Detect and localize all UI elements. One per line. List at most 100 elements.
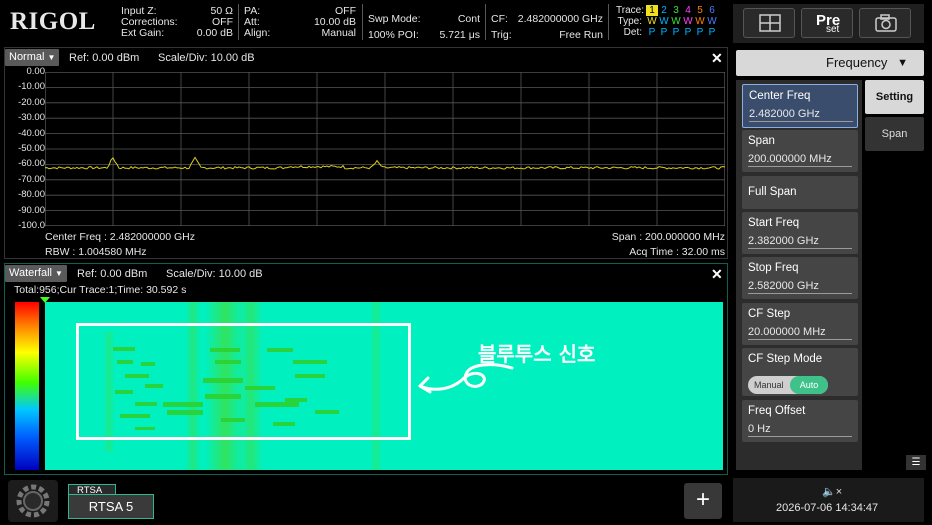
status-group-input: Input Z: 50 Ω Corrections: OFF Ext Gain: 0.… <box>121 6 233 39</box>
cf-value: 2.482000000 GHz <box>517 13 603 25</box>
spectrum-mode-dropdown[interactable]: Normal ▼ <box>5 49 60 66</box>
param-label: Freq Offset <box>748 405 806 417</box>
trace-4-number[interactable]: 4 <box>682 5 694 16</box>
y-tick-label: -10.00 <box>18 81 45 93</box>
trace-3-det: P <box>672 27 680 38</box>
gear-icon <box>16 484 50 518</box>
y-tick-label: -70.00 <box>18 173 45 185</box>
param-value[interactable]: 20.000000 MHz <box>748 326 852 340</box>
window-layout-icon <box>759 14 781 32</box>
spectrum-ref: Ref: 0.00 dBm <box>69 52 140 64</box>
param-span[interactable]: Span 200.000000 MHz <box>742 130 858 172</box>
status-group-att: PA: OFF Att: 10.00 dB Align: Manual <box>244 6 356 39</box>
spectrum-scale: Scale/Div: 10.00 dB <box>158 52 255 64</box>
rbw-readout: RBW : 1.004580 MHz <box>45 246 147 258</box>
param-label: CF Step <box>748 308 791 320</box>
preset-bottom-label: set <box>826 24 840 35</box>
rigol-logo: RIGOL <box>10 8 96 35</box>
toggle-manual-label[interactable]: Manual <box>754 380 784 390</box>
divider <box>485 4 486 40</box>
spectrum-plot[interactable] <box>45 72 725 226</box>
trace-6-det: P <box>708 27 716 38</box>
y-tick-label: -100.0 <box>18 220 45 231</box>
divider <box>238 4 239 40</box>
status-bar: RIGOL Input Z: 50 Ω Corrections: OFF Ext G… <box>0 0 728 44</box>
menu-title-label: Frequency <box>826 55 888 70</box>
param-center-freq[interactable]: Center Freq 2.482000 GHz <box>742 84 858 128</box>
trace-5-number[interactable]: 5 <box>694 5 706 16</box>
trace-1-det: P <box>648 27 656 38</box>
param-freq-offset[interactable]: Freq Offset 0 Hz <box>742 400 858 442</box>
align-label: Align: <box>244 27 271 39</box>
tab-span[interactable]: Span <box>865 117 924 151</box>
trace-4-type: W <box>683 16 693 27</box>
trace-2-det: P <box>660 27 668 38</box>
menu-title-dropdown[interactable]: Frequency ▼ <box>736 50 924 76</box>
span-readout: Span : 200.000000 MHz <box>611 231 725 243</box>
status-group-sweep: Swp Mode: Cont 100% POI: 5.721 μs <box>368 11 480 43</box>
type-label: Type: <box>617 16 642 27</box>
waterfall-colorbar <box>15 302 39 470</box>
param-stop-freq[interactable]: Stop Freq 2.582000 GHz <box>742 257 858 299</box>
y-tick-label: 0.00 <box>26 66 46 77</box>
window-layout-button[interactable] <box>743 8 795 38</box>
swp-mode-value: Cont <box>457 13 480 25</box>
spectrum-panel[interactable]: Normal ▼ Ref: 0.00 dBm Scale/Div: 10.00 d… <box>4 47 728 259</box>
trace-5-type: W <box>695 16 705 27</box>
param-value[interactable]: 2.482000 GHz <box>749 108 853 122</box>
annotation-highlight-box <box>76 323 411 440</box>
trace-6-number[interactable]: 6 <box>706 5 718 16</box>
waterfall-scale: Scale/Div: 10.00 dB <box>166 268 263 280</box>
toggle-auto-label[interactable]: Auto <box>790 376 828 394</box>
y-tick-label: -20.00 <box>18 96 45 108</box>
acq-time-readout: Acq Time : 32.00 ms <box>629 246 725 258</box>
tab-setting[interactable]: Setting <box>865 80 924 114</box>
center-freq-readout: Center Freq : 2.482000000 GHz <box>45 231 196 243</box>
param-value[interactable]: 2.382000 GHz <box>748 235 852 249</box>
trig-value: Free Run <box>559 29 603 41</box>
cf-step-mode-toggle[interactable]: Manual Auto <box>748 376 828 394</box>
menu-list-icon[interactable]: ☰ <box>906 455 926 470</box>
param-value[interactable]: 0 Hz <box>748 423 852 437</box>
status-group-cf: CF: 2.482000000 GHz Trig: Free Run <box>491 11 603 43</box>
waterfall-mode-dropdown[interactable]: Waterfall ▼ <box>5 265 67 282</box>
camera-icon <box>875 14 897 32</box>
screenshot-button[interactable] <box>859 8 911 38</box>
param-value[interactable]: 200.000000 MHz <box>748 153 852 167</box>
y-tick-label: -30.00 <box>18 112 45 124</box>
trace-6-type: W <box>707 16 717 27</box>
ext-gain-value: 0.00 dB <box>196 27 233 39</box>
trace-3-number[interactable]: 3 <box>670 5 682 16</box>
toolbar: Pre set <box>733 4 924 43</box>
speaker-mute-icon[interactable]: 🔈× <box>822 485 842 498</box>
param-label: Start Freq <box>748 217 800 229</box>
waterfall-close-icon[interactable]: ✕ <box>711 266 723 283</box>
param-cf-step[interactable]: CF Step 20.000000 MHz <box>742 303 858 345</box>
divider <box>608 4 609 40</box>
rtsa-tab-main[interactable]: RTSA 5 <box>68 494 154 519</box>
rtsa-window-tab[interactable]: RTSA RTSA 5 <box>68 484 154 519</box>
trace-2-number[interactable]: 2 <box>658 5 670 16</box>
param-value[interactable]: 2.582000 GHz <box>748 280 852 294</box>
trace-4-det: P <box>684 27 692 38</box>
system-menu-button[interactable] <box>8 480 58 522</box>
datetime-readout: 2026-07-06 14:34:47 <box>776 502 879 514</box>
y-tick-label: -60.00 <box>18 158 45 170</box>
swp-mode-label: Swp Mode: <box>368 13 421 25</box>
trace-table[interactable]: Trace: 1 2 3 4 5 6 Type: W W W W W W Det… <box>616 5 718 38</box>
chevron-down-icon: ▼ <box>55 269 63 278</box>
waterfall-ref: Ref: 0.00 dBm <box>77 268 148 280</box>
spectrum-close-icon[interactable]: ✕ <box>711 50 723 67</box>
param-start-freq[interactable]: Start Freq 2.382000 GHz <box>742 212 858 254</box>
param-cf-step-mode[interactable]: CF Step Mode Manual Auto <box>742 348 858 396</box>
y-tick-label: -50.00 <box>18 143 45 154</box>
preset-button[interactable]: Pre set <box>801 8 853 38</box>
trace-2-type: W <box>659 16 669 27</box>
add-window-button[interactable]: + <box>684 483 722 519</box>
waterfall-info: Total:956;Cur Trace:1;Time: 30.592 s <box>14 284 187 296</box>
cf-label: CF: <box>491 13 508 25</box>
param-full-span[interactable]: Full Span <box>742 176 858 209</box>
poi-value: 5.721 μs <box>439 29 481 41</box>
param-label: Full Span <box>748 186 797 198</box>
trace-1-number[interactable]: 1 <box>646 5 658 16</box>
